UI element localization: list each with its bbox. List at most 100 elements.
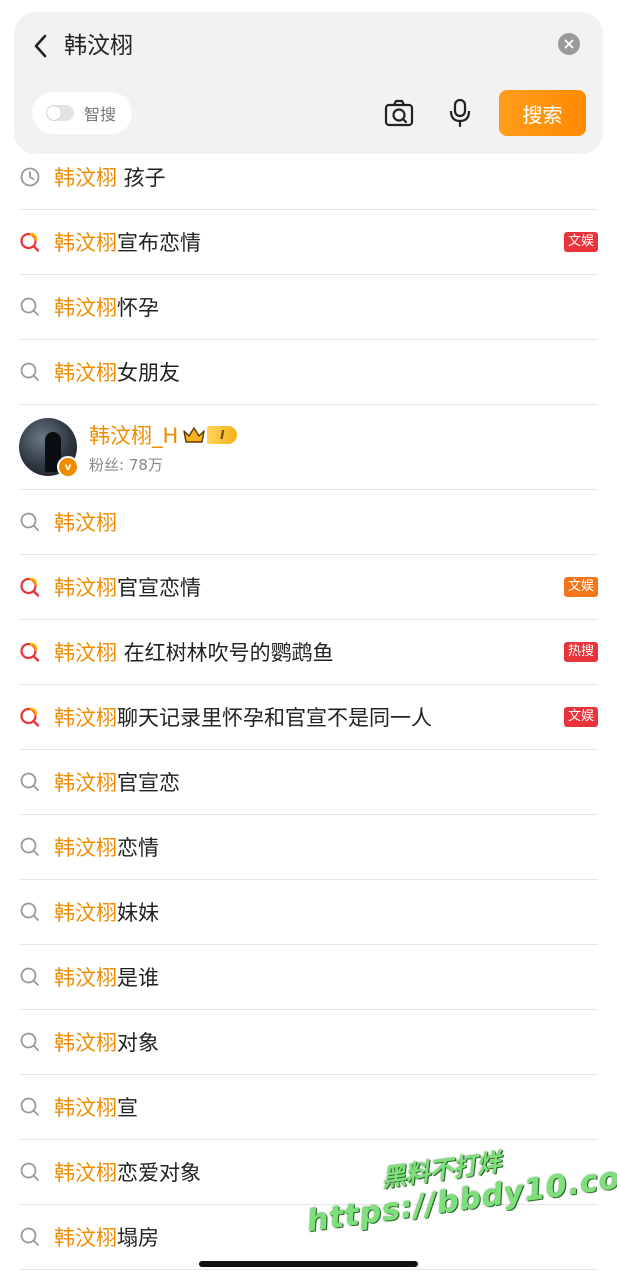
suggestion-keyword: 韩汶栩	[54, 771, 117, 795]
suggestion-row[interactable]: 韩汶栩恋情	[19, 815, 598, 880]
suggestion-rest: 恋情	[117, 836, 159, 860]
suggestion-list: 韩汶栩 孩子 韩汶栩宣布恋情 文娱 韩汶栩怀孕 韩汶栩女朋友 v 韩汶栩_H I 粉丝: 78万…	[19, 145, 598, 1270]
suggestion-text: 韩汶栩宣	[54, 1092, 138, 1122]
suggestion-rest: 恋爱对象	[117, 1161, 201, 1185]
suggestion-row[interactable]: 韩汶栩 孩子	[19, 145, 598, 210]
suggestion-row[interactable]: 韩汶栩官宣恋	[19, 750, 598, 815]
search-icon	[20, 902, 39, 921]
suggestion-rest: 官宣恋情	[117, 576, 201, 600]
suggestion-text: 韩汶栩是谁	[54, 962, 159, 992]
suggestion-keyword: 韩汶栩	[54, 1161, 117, 1185]
search-icon	[20, 772, 39, 791]
suggestion-row[interactable]: 韩汶栩女朋友	[19, 340, 598, 405]
suggestion-keyword: 韩汶栩	[54, 836, 117, 860]
microphone-icon[interactable]	[449, 98, 471, 128]
suggestion-keyword: 韩汶栩	[54, 706, 117, 730]
suggestion-keyword: 韩汶栩	[54, 1096, 117, 1120]
hot-search-icon	[20, 232, 40, 252]
search-icon	[20, 1162, 39, 1181]
hot-search-icon	[20, 707, 40, 727]
suggestion-row[interactable]: 韩汶栩 在红树林吹号的鹦鹉鱼 热搜	[19, 620, 598, 685]
camera-scan-icon[interactable]	[384, 98, 414, 128]
suggestion-rest: 宣	[117, 1096, 138, 1120]
suggestion-rest: 官宣恋	[117, 771, 180, 795]
suggestion-rest: 妹妹	[117, 901, 159, 925]
toggle-track	[46, 105, 74, 121]
suggestion-row[interactable]: 韩汶栩宣布恋情 文娱	[19, 210, 598, 275]
suggestion-row[interactable]: 韩汶栩聊天记录里怀孕和官宣不是同一人 文娱	[19, 685, 598, 750]
smart-search-toggle[interactable]: 智搜	[32, 92, 132, 134]
suggestion-rest: 怀孕	[117, 296, 159, 320]
suggestion-row[interactable]: 韩汶栩对象	[19, 1010, 598, 1075]
clock-icon	[20, 167, 40, 187]
suggestion-keyword: 韩汶栩	[54, 361, 117, 385]
trend-badge: 文娱	[563, 707, 598, 727]
suggestion-row[interactable]: 韩汶栩恋爱对象	[19, 1140, 598, 1205]
suggestion-text: 韩汶栩怀孕	[54, 292, 159, 322]
close-circle-icon[interactable]	[558, 33, 580, 55]
trend-badge: 文娱	[563, 232, 598, 252]
suggestion-rest: 女朋友	[117, 361, 180, 385]
search-icon	[20, 1227, 39, 1246]
suggestion-keyword: 韩汶栩	[54, 1226, 117, 1250]
suggestion-row[interactable]: 韩汶栩怀孕	[19, 275, 598, 340]
search-icon	[20, 297, 39, 316]
suggestion-text: 韩汶栩 孩子	[54, 162, 166, 192]
level-badge: I	[207, 425, 238, 444]
suggestion-keyword: 韩汶栩	[54, 901, 117, 925]
trend-badge: 文娱	[563, 577, 598, 597]
search-icon	[20, 512, 39, 531]
suggestion-row[interactable]: 韩汶栩	[19, 490, 598, 555]
suggestion-keyword: 韩汶栩	[54, 511, 117, 535]
suggestion-text: 韩汶栩 在红树林吹号的鹦鹉鱼	[54, 637, 334, 667]
search-icon	[20, 837, 39, 856]
suggestion-text: 韩汶栩官宣恋情	[54, 572, 201, 602]
suggestion-keyword: 韩汶栩	[54, 166, 117, 190]
suggestion-text: 韩汶栩恋爱对象	[54, 1157, 201, 1187]
search-icon	[20, 967, 39, 986]
hot-search-icon	[20, 642, 40, 662]
home-indicator	[199, 1261, 418, 1267]
search-icon	[20, 1032, 39, 1051]
suggestion-text: 韩汶栩塌房	[54, 1222, 159, 1252]
suggestion-row[interactable]: 韩汶栩官宣恋情 文娱	[19, 555, 598, 620]
suggestion-row[interactable]: 韩汶栩妹妹	[19, 880, 598, 945]
search-query-input[interactable]: 韩汶栩	[64, 30, 133, 62]
suggestion-text: 韩汶栩聊天记录里怀孕和官宣不是同一人	[54, 702, 432, 732]
suggestion-keyword: 韩汶栩	[54, 576, 117, 600]
suggestion-rest: 对象	[117, 1031, 159, 1055]
suggestion-row[interactable]: 韩汶栩是谁	[19, 945, 598, 1010]
suggestion-text: 韩汶栩女朋友	[54, 357, 180, 387]
search-icon	[20, 1097, 39, 1116]
close-icon	[564, 39, 574, 49]
user-name[interactable]: 韩汶栩_H	[89, 420, 178, 450]
suggestion-text: 韩汶栩官宣恋	[54, 767, 180, 797]
suggestion-rest: 宣布恋情	[117, 231, 201, 255]
toggle-knob	[47, 106, 61, 120]
suggestion-rest: 聊天记录里怀孕和官宣不是同一人	[117, 706, 432, 730]
user-info: 韩汶栩_H I 粉丝: 78万	[89, 420, 238, 475]
suggestion-row[interactable]: 韩汶栩宣	[19, 1075, 598, 1140]
suggestion-text: 韩汶栩	[54, 507, 117, 537]
suggestion-keyword: 韩汶栩	[54, 231, 117, 255]
chevron-left-icon[interactable]	[32, 32, 50, 60]
suggestion-keyword: 韩汶栩	[54, 296, 117, 320]
suggestion-keyword: 韩汶栩	[54, 1031, 117, 1055]
crown-icon	[183, 426, 205, 443]
hot-search-icon	[20, 577, 40, 597]
suggestion-text: 韩汶栩恋情	[54, 832, 159, 862]
suggestion-keyword: 韩汶栩	[54, 966, 117, 990]
search-button[interactable]: 搜索	[499, 90, 586, 136]
suggestion-rest: 在红树林吹号的鹦鹉鱼	[117, 641, 334, 665]
verified-badge-icon: v	[57, 456, 79, 478]
suggestion-text: 韩汶栩妹妹	[54, 897, 159, 927]
suggestion-rest: 孩子	[117, 166, 166, 190]
avatar[interactable]: v	[19, 418, 79, 478]
trend-badge: 热搜	[563, 642, 598, 662]
suggestion-keyword: 韩汶栩	[54, 641, 117, 665]
search-panel: 韩汶栩 智搜 搜索	[14, 12, 603, 154]
fans-count: 粉丝: 78万	[89, 455, 163, 474]
user-suggestion-row[interactable]: v 韩汶栩_H I 粉丝: 78万	[19, 405, 598, 490]
suggestion-text: 韩汶栩宣布恋情	[54, 227, 201, 257]
user-name-line: 韩汶栩_H I	[89, 420, 238, 450]
